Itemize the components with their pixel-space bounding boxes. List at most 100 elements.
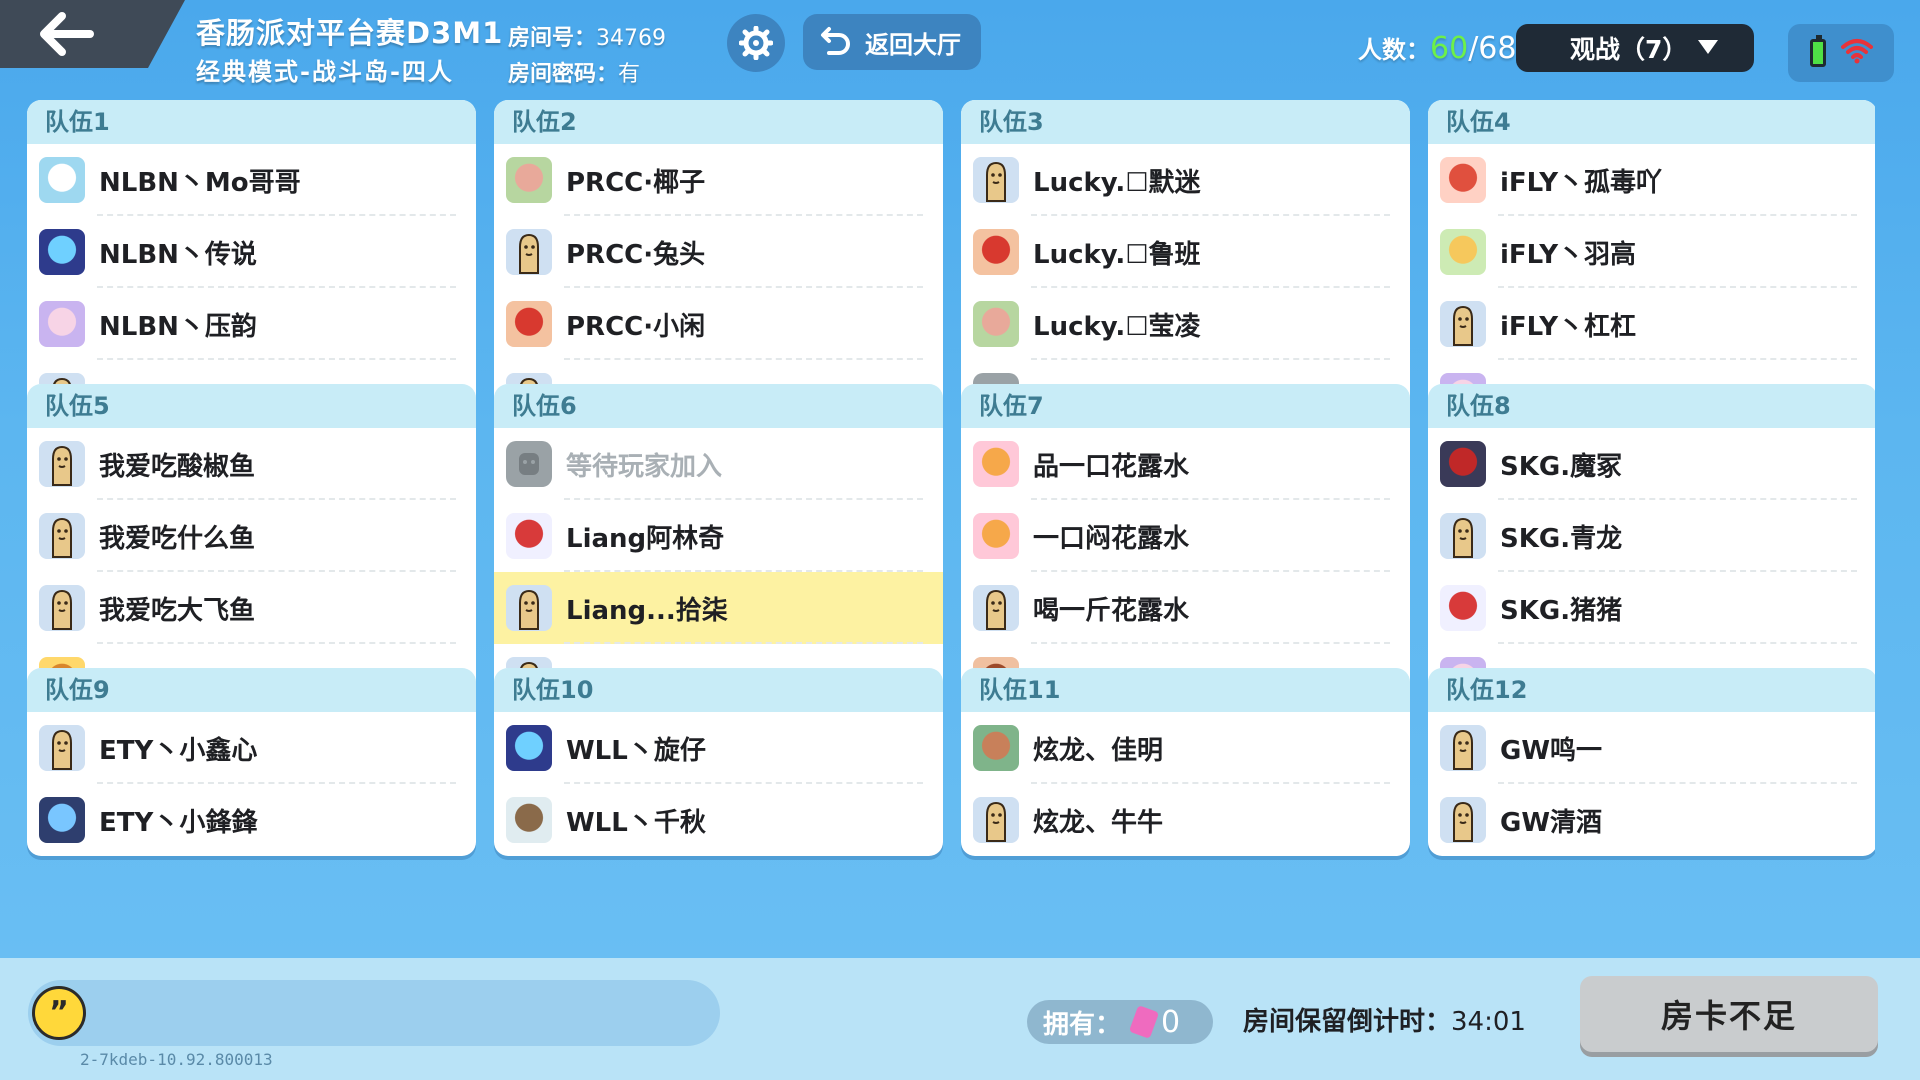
member-name: PRCC·椰子 (566, 167, 706, 198)
team-member[interactable]: iFLY丶羽高 (1428, 216, 1875, 288)
team-member[interactable]: iFLY丶杠杠 (1428, 288, 1875, 360)
red-robot-avatar (506, 301, 552, 347)
room-number-label: 房间号： (508, 26, 597, 51)
team-member[interactable]: 炫龙、佳明 (961, 712, 1410, 784)
team-member[interactable]: 炫龙、牛牛 (961, 784, 1410, 856)
team-name: 队伍10 (494, 668, 943, 712)
member-name: 我爱吃什么鱼 (99, 523, 256, 554)
team-name: 队伍4 (1428, 100, 1875, 144)
team-panel: 队伍4iFLY丶孤毒吖iFLY丶羽高iFLY丶杠杠iFLY丶玖妄 (1428, 100, 1875, 432)
team-member[interactable]: Lucky.☐默迷 (961, 144, 1410, 216)
spectate-dropdown[interactable]: 观战（7） (1516, 24, 1754, 72)
team-member[interactable]: 喝一斤花露水 (961, 572, 1410, 644)
member-name: NLBN丶Mo哥哥 (99, 167, 301, 198)
back-button[interactable] (0, 0, 185, 68)
team-member[interactable]: Liang...拾柒 (494, 572, 943, 644)
member-name: PRCC·兔头 (566, 239, 706, 270)
player-count-label: 人数： (1358, 36, 1430, 64)
countdown-label: 房间保留倒计时： (1243, 1007, 1452, 1037)
room-number-value: 34769 (596, 26, 667, 51)
team-member[interactable]: 我爱吃什么鱼 (27, 500, 476, 572)
member-name: iFLY丶杠杠 (1500, 311, 1637, 342)
member-name: 炫龙、牛牛 (1033, 807, 1164, 838)
team-member[interactable]: GW鸣一 (1428, 712, 1875, 784)
room-password-label: 房间密码： (508, 62, 619, 87)
team-member[interactable]: WLL丶千秋 (494, 784, 943, 856)
member-name: SKG.魔冢 (1500, 451, 1623, 482)
member-name: SKG.青龙 (1500, 523, 1623, 554)
team-member[interactable]: NLBN丶压韵 (27, 288, 476, 360)
sausage-avatar (506, 229, 552, 275)
team-member[interactable]: NLBN丶Mo哥哥 (27, 144, 476, 216)
member-name: ETY丶小鋒鋒 (99, 807, 258, 838)
member-name: 品一口花露水 (1033, 451, 1190, 482)
member-name: 等待玩家加入 (566, 451, 723, 482)
return-icon (821, 27, 850, 55)
settings-button[interactable] (727, 14, 785, 72)
player-count-current: 60 (1430, 31, 1469, 66)
team-name: 队伍7 (961, 384, 1410, 428)
sausage-avatar (973, 157, 1019, 203)
member-name: Liang...拾柒 (566, 595, 728, 626)
room-number: 房间号：34769 (508, 20, 666, 52)
cat-avatar (39, 157, 85, 203)
version-text: 2-7kdeb-10.92.800013 (80, 1050, 273, 1069)
return-lobby-button[interactable]: 返回大厅 (803, 14, 981, 70)
team-member[interactable]: SKG.魔冢 (1428, 428, 1875, 500)
team-member[interactable]: SKG.青龙 (1428, 500, 1875, 572)
sausage-avatar (973, 585, 1019, 631)
team-member[interactable]: PRCC·椰子 (494, 144, 943, 216)
team-member[interactable]: 一口闷花露水 (961, 500, 1410, 572)
sausage-avatar (39, 441, 85, 487)
team-member[interactable]: NLBN丶传说 (27, 216, 476, 288)
team-name: 队伍8 (1428, 384, 1875, 428)
green-avatar (973, 725, 1019, 771)
battery-icon (1809, 35, 1826, 67)
team-member[interactable]: ETY丶小鑫心 (27, 712, 476, 784)
return-lobby-label: 返回大厅 (865, 30, 961, 59)
member-name: 炫龙、佳明 (1033, 735, 1164, 766)
chevron-down-icon (1698, 40, 1718, 54)
member-name: WLL丶旋仔 (566, 735, 706, 766)
team-panel: 队伍3Lucky.☐默迷Lucky.☐鲁班Lucky.☐莹凌等待玩家加入 (961, 100, 1410, 432)
team-member[interactable]: Liang阿林奇 (494, 500, 943, 572)
team-panel: 队伍1NLBN丶Mo哥哥NLBN丶传说NLBN丶压韵NLBN丶小布丁 (27, 100, 476, 432)
sausage-avatar (506, 585, 552, 631)
team-name: 队伍1 (27, 100, 476, 144)
team-member[interactable]: 我爱吃大飞鱼 (27, 572, 476, 644)
sausage-avatar (39, 585, 85, 631)
girl-avatar (39, 301, 85, 347)
empty-slot[interactable]: 等待玩家加入 (494, 428, 943, 500)
team-name: 队伍12 (1428, 668, 1875, 712)
pig-avatar (506, 157, 552, 203)
sausage-avatar (1440, 725, 1486, 771)
team-member[interactable]: 我爱吃酸椒鱼 (27, 428, 476, 500)
owned-count: 0 (1161, 1004, 1181, 1040)
sausage-avatar (1440, 513, 1486, 559)
room-card-icon (1128, 1005, 1160, 1039)
team-member[interactable]: GW清酒 (1428, 784, 1875, 856)
member-name: 我爱吃酸椒鱼 (99, 451, 256, 482)
team-member[interactable]: 品一口花露水 (961, 428, 1410, 500)
team-member[interactable]: PRCC·小闲 (494, 288, 943, 360)
insufficient-room-card-button[interactable]: 房卡不足 (1580, 976, 1878, 1052)
team-member[interactable]: Lucky.☐莹凌 (961, 288, 1410, 360)
team-member[interactable]: SKG.猪猪 (1428, 572, 1875, 644)
team-member[interactable]: PRCC·兔头 (494, 216, 943, 288)
sausage-avatar (39, 725, 85, 771)
gear-icon (739, 26, 773, 60)
spectate-label: 观战（7） (1570, 35, 1688, 64)
team-name: 队伍11 (961, 668, 1410, 712)
player-count: 人数：60/68 (1358, 30, 1516, 66)
chat-bar[interactable]: ” (28, 980, 720, 1046)
team-member[interactable]: iFLY丶孤毒吖 (1428, 144, 1875, 216)
team-member[interactable]: ETY丶小鋒鋒 (27, 784, 476, 856)
quote-icon[interactable]: ” (32, 986, 86, 1040)
member-name: GW清酒 (1500, 807, 1603, 838)
old-avatar (506, 797, 552, 843)
team-member[interactable]: WLL丶旋仔 (494, 712, 943, 784)
team-name: 队伍2 (494, 100, 943, 144)
pirate-avatar (506, 725, 552, 771)
member-name: Lucky.☐鲁班 (1033, 239, 1201, 270)
team-member[interactable]: Lucky.☐鲁班 (961, 216, 1410, 288)
